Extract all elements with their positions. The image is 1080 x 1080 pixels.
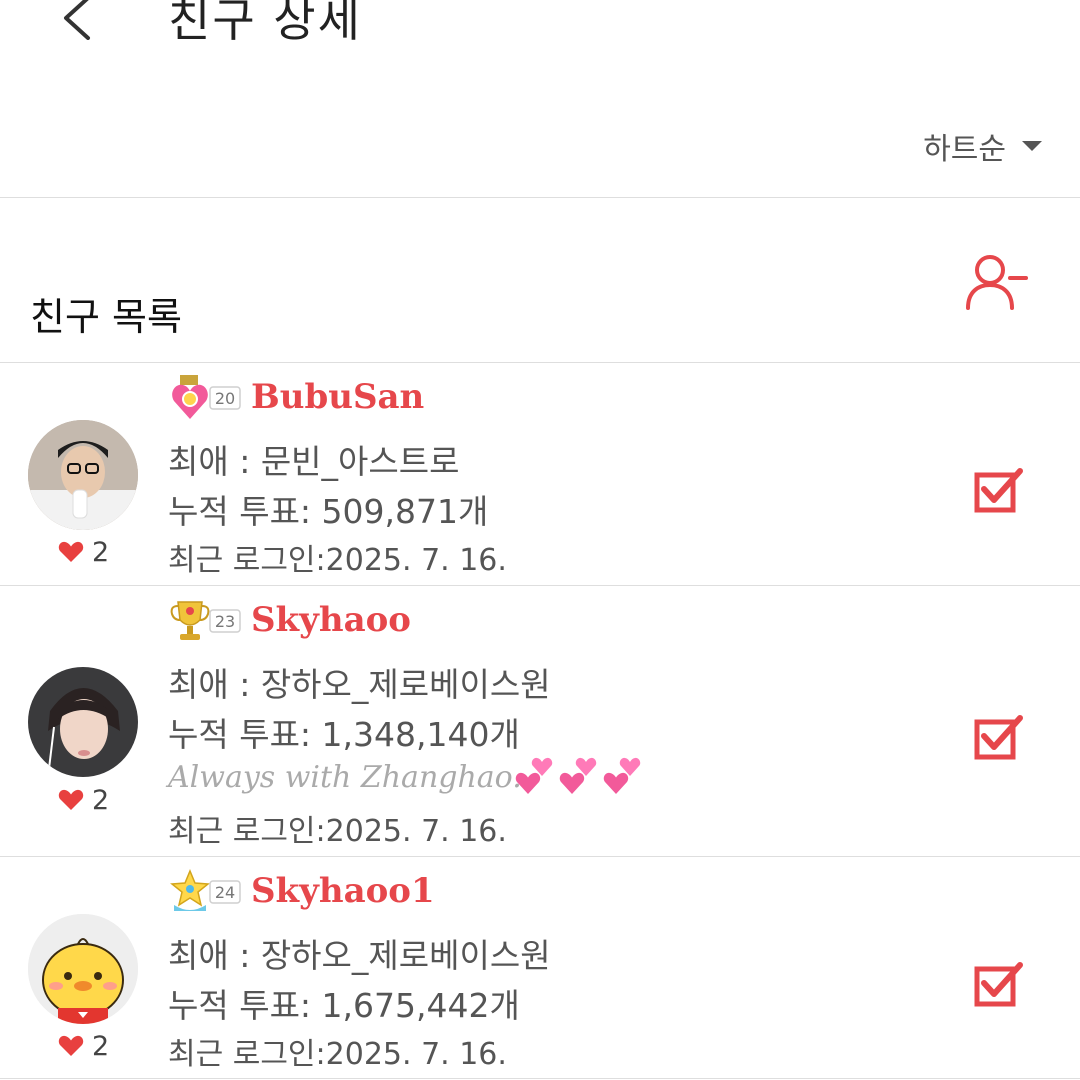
checked-checkbox-icon[interactable] bbox=[974, 714, 1024, 760]
heart-count: 2 bbox=[58, 1030, 138, 1062]
chevron-left-icon[interactable] bbox=[58, 0, 98, 40]
friend-nickname[interactable]: BubuSan bbox=[251, 377, 424, 417]
avatar[interactable] bbox=[28, 420, 138, 530]
star-badge-icon: 24 bbox=[170, 869, 241, 911]
two-hearts-icon bbox=[514, 754, 642, 796]
heart-icon bbox=[58, 541, 84, 562]
friend-row[interactable]: 2 23 Skyhaoo 최애 : 장하오_제로베이스원 누적 투표: 1,34… bbox=[0, 586, 1080, 856]
heart-count-value: 2 bbox=[92, 1030, 110, 1062]
total-votes: 누적 투표: 1,348,140개 bbox=[168, 715, 520, 754]
level-badge: 23 bbox=[215, 612, 235, 631]
heart-count: 2 bbox=[58, 784, 138, 816]
last-login: 최근 로그인:2025. 7. 16. bbox=[168, 543, 507, 578]
friend-nickname[interactable]: Skyhaoo bbox=[251, 600, 411, 640]
sort-label: 하트순 bbox=[923, 132, 1006, 167]
heart-icon bbox=[58, 1035, 84, 1056]
level-badge: 20 bbox=[215, 389, 235, 408]
page-title: 친구 상세 bbox=[168, 0, 362, 47]
favorite-idol: 최애 : 장하오_제로베이스원 bbox=[168, 665, 551, 704]
total-votes: 누적 투표: 1,675,442개 bbox=[168, 986, 520, 1025]
caret-down-icon bbox=[1022, 141, 1042, 151]
friend-detail-screen: 친구 상세 하트순 친구 목록 2 20 BubuSan 최애: 문빈_아스트… bbox=[0, 0, 1080, 1080]
heart-count-value: 2 bbox=[92, 784, 110, 816]
friend-nickname[interactable]: Skyhaoo1 bbox=[251, 871, 435, 911]
avatar[interactable] bbox=[28, 914, 138, 1024]
heart-icon bbox=[58, 789, 84, 810]
heart-count-value: 2 bbox=[92, 536, 110, 568]
total-votes: 누적 투표: 509,871개 bbox=[168, 492, 489, 531]
person-minus-icon[interactable] bbox=[962, 250, 1032, 312]
section-title: 친구 목록 bbox=[30, 295, 182, 339]
top-bar: 친구 상세 bbox=[0, 0, 1080, 60]
sort-dropdown[interactable]: 하트순 bbox=[923, 124, 1042, 168]
avatar[interactable] bbox=[28, 667, 138, 777]
checked-checkbox-icon[interactable] bbox=[974, 961, 1024, 1007]
friend-row[interactable]: 2 20 BubuSan 최애 : 문빈_아스트로 누적 투표: 509,871… bbox=[0, 363, 1080, 585]
heart-medal-icon: 20 bbox=[172, 375, 241, 419]
favorite-idol: 최애 : 문빈_아스트로 bbox=[168, 442, 460, 481]
trophy-icon: 23 bbox=[170, 601, 241, 640]
divider bbox=[0, 1078, 1080, 1079]
status-message: Always with Zhanghao. bbox=[168, 760, 522, 795]
last-login: 최근 로그인:2025. 7. 16. bbox=[168, 1037, 507, 1072]
level-badge: 24 bbox=[215, 883, 235, 902]
favorite-idol: 최애 : 장하오_제로베이스원 bbox=[168, 936, 551, 975]
friend-row[interactable]: 2 24 Skyhaoo1 최애 : 장하오_제로베이스원 누적 투표: 1,6… bbox=[0, 857, 1080, 1079]
divider bbox=[0, 197, 1080, 198]
last-login: 최근 로그인:2025. 7. 16. bbox=[168, 814, 507, 849]
checked-checkbox-icon[interactable] bbox=[974, 467, 1024, 513]
heart-count: 2 bbox=[58, 536, 138, 568]
